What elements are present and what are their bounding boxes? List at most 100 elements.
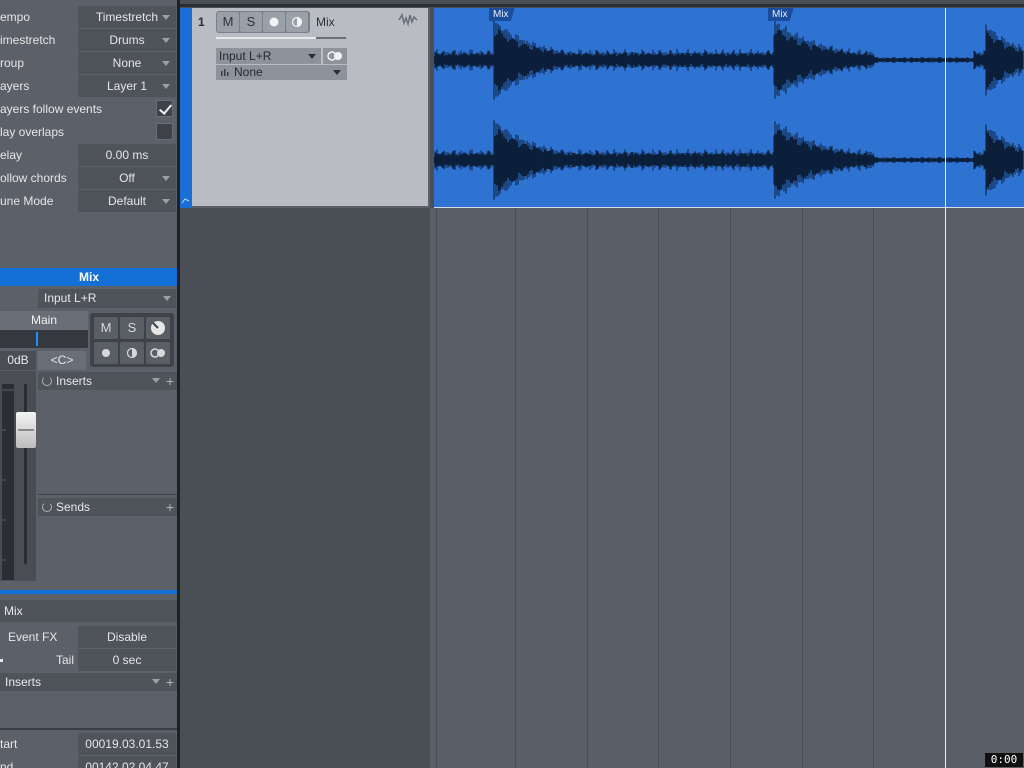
gridline [515,208,516,768]
track-solo-button[interactable]: S [240,12,262,32]
event-name-field[interactable]: Mix [0,600,178,622]
prop-row-timestretch: imestretch Drums [0,29,178,52]
arrange-area[interactable] [430,208,1024,768]
inserts-label: Inserts [56,374,93,388]
track-number: 1 [198,15,205,29]
play-overlaps-checkbox[interactable] [156,123,173,140]
prop-row-tempo: empo Timestretch [0,6,178,29]
audio-clip[interactable] [433,8,1024,208]
event-inserts-header[interactable]: Inserts + [0,673,178,691]
divider [38,494,178,495]
add-send-icon[interactable]: + [166,498,174,516]
channel-name-header[interactable]: Mix [0,268,178,286]
add-event-insert-icon[interactable]: + [166,673,174,691]
add-insert-icon[interactable]: + [166,372,174,390]
waveform-path [433,20,1024,200]
playhead-cursor[interactable] [945,8,946,768]
track-record-icon[interactable] [263,12,285,32]
channel-monitor-knob-icon[interactable] [146,317,170,339]
power-icon[interactable] [42,502,52,512]
prop-label: empo [0,10,31,24]
monitor-icon[interactable] [120,342,144,364]
track-none-dropdown[interactable]: None [216,65,347,80]
prop-row-group: roup None [0,52,178,75]
inspector-panel: empo Timestretch imestretch Drums roup N… [0,0,178,768]
volume-fader[interactable] [16,412,36,448]
clip-bottom-edge [434,207,1024,208]
divider [0,728,178,730]
check-icon [158,101,173,115]
prop-label: lay overlaps [0,125,65,139]
channel-button-grid: M S [90,313,174,367]
tail-dot-icon [0,659,3,662]
level-meter [2,384,14,580]
tail-value[interactable]: 0 sec [78,649,176,671]
event-fx-button[interactable]: Disable [78,626,176,648]
gridline [658,208,659,768]
event-inserts-label: Inserts [5,675,42,689]
panel-divider[interactable] [0,590,178,594]
end-row: nd 00142.02.04.47 [0,756,178,768]
fader-track [24,384,27,564]
inserts-header[interactable]: Inserts + [38,372,178,390]
follow-chords-dropdown[interactable]: Off [78,167,176,189]
track-color-strip[interactable] [180,8,191,208]
pan-readout[interactable]: <C> [38,351,86,370]
time-display: 0:00 [985,753,1023,767]
sends-label: Sends [56,500,91,514]
track-mute-button[interactable]: M [217,12,239,32]
track-name[interactable]: Mix [316,15,335,29]
chevron-down-icon[interactable] [152,378,160,383]
automation-icon [181,198,190,204]
prop-row-play-overlaps: lay overlaps [0,121,178,144]
event-name: Mix [4,604,23,618]
tail-row: Tail 0 sec [0,649,178,672]
prop-label: elay [0,148,23,162]
sends-header[interactable]: Sends + [38,498,178,516]
timestretch-dropdown[interactable]: Drums [78,29,176,51]
record-arm-icon[interactable] [94,342,118,364]
track-button-group: M S [216,11,310,33]
gridline [730,208,731,768]
start-value[interactable]: 00019.03.01.53 [78,733,176,755]
channel-mute-button[interactable]: M [94,317,118,339]
channel-input-dropdown[interactable]: Input L+R [38,289,176,308]
chevron-down-icon[interactable] [152,679,160,684]
gridline [436,208,437,768]
gridline [802,208,803,768]
end-value[interactable]: 00142.02.04.47 [78,756,176,768]
prop-label: ayers follow events [0,102,103,116]
track-input-dropdown[interactable]: Input L+R [216,48,321,64]
channel-output-selector[interactable]: Main [0,311,88,330]
waveform-icon[interactable] [398,12,418,28]
event-fx-row: Event FX Disable [0,626,178,649]
prop-label: imestretch [0,33,56,47]
tune-mode-dropdown[interactable]: Default [78,190,176,212]
layers-dropdown[interactable]: Layer 1 [78,75,176,97]
track-monitor-icon[interactable] [286,12,308,32]
start-row: tart 00019.03.01.53 [0,733,178,756]
clip-label[interactable]: Mix [768,8,794,21]
event-fx-label: Event FX [8,630,58,644]
channel-solo-button[interactable]: S [120,317,144,339]
layers-follow-events-checkbox[interactable] [156,100,173,117]
prop-label: une Mode [0,194,54,208]
tempo-dropdown[interactable]: Timestretch [78,6,176,28]
output-meter [0,330,88,348]
end-label: nd [0,760,14,768]
start-label: tart [0,737,18,751]
bars-icon [221,69,229,76]
power-icon[interactable] [42,376,52,386]
volume-readout[interactable]: 0dB [0,351,36,370]
stereo-link-icon[interactable] [323,48,347,64]
gridline [873,208,874,768]
stereo-link-icon[interactable] [146,342,170,364]
prop-row-tune-mode: une Mode Default [0,190,178,213]
delay-value[interactable]: 0.00 ms [78,144,176,166]
prop-row-layers-follow-events: ayers follow events [0,98,178,121]
prop-row-layers: ayers Layer 1 [0,75,178,98]
inserts-slot-area[interactable] [38,390,178,494]
group-dropdown[interactable]: None [78,52,176,74]
gridline [587,208,588,768]
clip-label[interactable]: Mix [489,8,515,21]
